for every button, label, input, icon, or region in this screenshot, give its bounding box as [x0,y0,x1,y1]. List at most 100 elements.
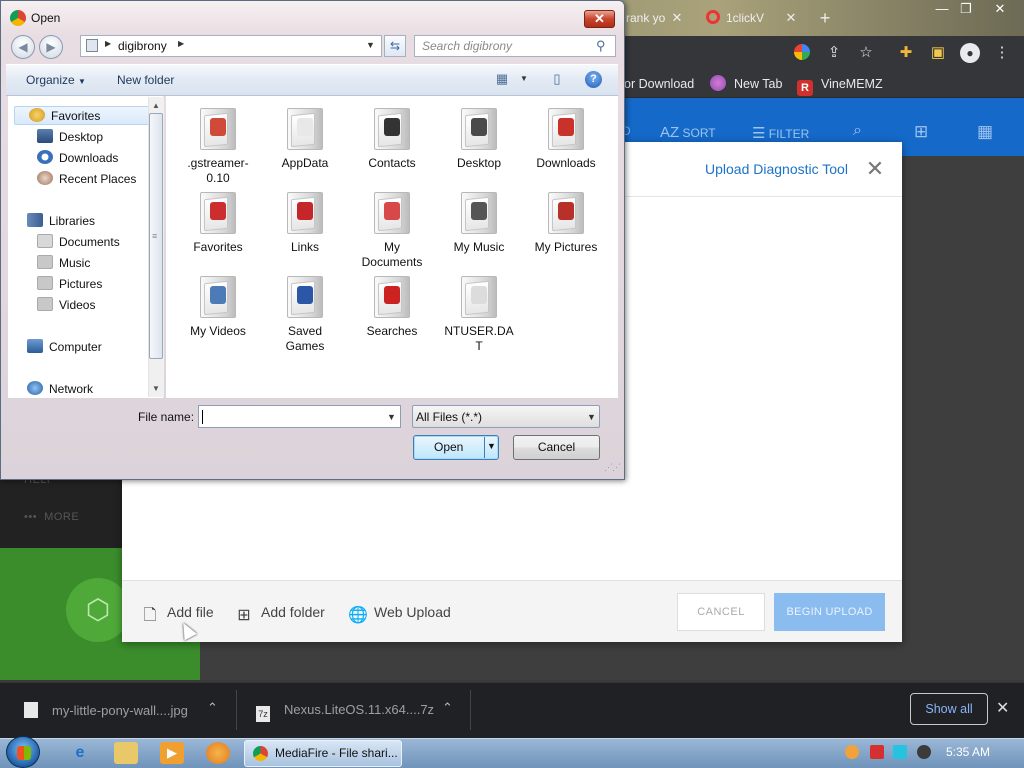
scroll-up-icon[interactable]: ▲ [152,101,160,110]
nav-item-pictures[interactable]: Pictures [37,276,102,292]
organize-menu[interactable]: Organize ▼ [26,73,86,87]
breadcrumb-arrow-icon[interactable]: ▶ [178,39,184,48]
new-folder-icon[interactable]: ⊞ [914,122,928,142]
sort-label: SORT [682,126,716,140]
nav-item-desktop[interactable]: Desktop [37,129,103,145]
nav-item-videos[interactable]: Videos [37,297,95,313]
filter-button[interactable]: ☰ FILTER [752,124,809,142]
file-type-dropdown-icon[interactable]: ▼ [587,412,596,422]
chevron-down-icon: ▼ [78,77,86,86]
sort-button[interactable]: AZ SORT [660,124,716,141]
internet-explorer-icon[interactable]: e [68,742,92,764]
computer-icon [27,339,43,353]
back-button[interactable]: ◀ [11,35,35,59]
bookmark-download[interactable]: or Download [624,74,694,94]
bookmark-vinememz[interactable]: R VineMEMZ [797,74,883,96]
nav-item-downloads[interactable]: Downloads [37,150,118,166]
modal-close-icon[interactable]: ✕ [864,158,886,180]
file-name-dropdown-icon[interactable]: ▼ [387,412,396,422]
file-item[interactable]: Downloads [525,104,607,171]
breadcrumb-arrow-icon[interactable]: ▶ [105,39,111,48]
nav-item-recent-places[interactable]: Recent Places [37,171,136,187]
file-item[interactable]: Favorites [177,188,259,255]
file-item[interactable]: My Music [438,188,520,255]
refresh-button[interactable]: ⇆ [384,35,406,57]
address-dropdown-icon[interactable]: ▼ [366,40,375,50]
search-icon[interactable]: ⚲ [596,38,606,54]
bookmark-star-icon[interactable]: ☆ [855,42,877,64]
dialog-titlebar[interactable] [0,0,624,34]
taskbar-chrome-task[interactable]: MediaFire - File shari... [244,740,402,767]
file-item[interactable]: My Videos [177,272,259,339]
restore-icon[interactable]: ❐ [952,0,980,18]
show-all-button[interactable]: Show all [910,693,988,725]
download-item[interactable]: 7z Nexus.LiteOS.11.x64....7z [256,702,434,722]
nav-item-favorites[interactable]: Favorites [29,108,100,124]
scroll-down-icon[interactable]: ▼ [152,384,160,393]
view-dropdown-icon[interactable]: ▼ [516,71,532,87]
nav-item-network[interactable]: Network [27,381,93,397]
add-file-button[interactable]: 🗋 Add file [141,602,214,625]
upload-diagnostic-link[interactable]: Upload Diagnostic Tool [705,161,848,177]
cancel-button[interactable]: Cancel [513,435,600,460]
change-view-icon[interactable]: ▦ [494,71,510,87]
file-item[interactable]: Contacts [351,104,433,171]
google-icon[interactable] [791,42,813,64]
search-icon[interactable]: ⌕ [853,122,862,140]
file-item[interactable]: Saved Games [264,272,346,354]
tray-search-icon[interactable] [845,745,859,759]
start-button[interactable] [6,736,40,768]
file-explorer-icon[interactable] [114,742,138,764]
music-icon [37,255,53,269]
help-icon[interactable]: ? [585,71,602,88]
file-name-input[interactable] [198,405,401,428]
bookmark-new-tab[interactable]: New Tab [710,74,782,94]
file-item[interactable]: NTUSER.DA T [438,272,520,354]
clock[interactable]: 5:35 AM [946,745,990,759]
preview-pane-icon[interactable]: ▯ [549,71,565,87]
begin-upload-button[interactable]: BEGIN UPLOAD [774,593,885,631]
tray-flag-icon[interactable] [870,745,884,759]
sidebar-item-more[interactable]: ••• MORE [24,511,79,523]
browser-tab[interactable]: 1clickV [700,6,770,30]
file-item[interactable]: Desktop [438,104,520,171]
dialog-close-button[interactable]: ✕ [584,10,615,28]
tray-display-icon[interactable] [893,745,907,759]
nav-item-computer[interactable]: Computer [27,339,102,355]
upload-box-icon[interactable]: ⬡ [66,578,130,642]
grid-view-icon[interactable]: ▦ [977,122,993,142]
tab-close-icon[interactable]: ✕ [782,6,800,30]
open-dropdown-icon[interactable]: ▼ [487,441,496,451]
forward-button[interactable]: ▶ [39,35,63,59]
share-icon[interactable]: ⇪ [823,42,845,64]
file-item[interactable]: AppData [264,104,346,171]
file-item[interactable]: .gstreamer- 0.10 [177,104,259,186]
close-shelf-icon[interactable]: ✕ [996,698,1009,718]
extensions-icon[interactable]: ✚ [895,42,917,64]
chevron-up-icon[interactable]: ⌃ [442,700,453,716]
nav-item-libraries[interactable]: Libraries [27,213,95,229]
resize-grip-icon[interactable]: ⋰⋰ [604,462,621,473]
file-item[interactable]: My Documents [351,188,433,270]
chevron-up-icon[interactable]: ⌃ [207,700,218,716]
new-tab-button[interactable]: + [816,6,834,30]
nav-item-documents[interactable]: Documents [37,234,120,250]
file-item[interactable]: My Pictures [525,188,607,255]
app-icon[interactable] [206,742,230,764]
sidebar-icon[interactable]: ▣ [927,42,949,64]
add-folder-button[interactable]: ⊞ Add folder [235,602,325,625]
web-upload-button[interactable]: 🌐 Web Upload [348,602,451,625]
media-player-icon[interactable]: ▶ [160,742,184,764]
new-folder-button[interactable]: New folder [117,73,174,87]
download-item[interactable]: my-little-pony-wall....jpg [24,702,188,718]
window-close-icon[interactable]: ✕ [986,0,1014,18]
menu-icon[interactable]: ⋮ [991,42,1013,64]
nav-item-music[interactable]: Music [37,255,90,271]
cancel-upload-button[interactable]: CANCEL [677,593,765,631]
profile-avatar-icon[interactable]: ● [959,42,981,64]
file-item[interactable]: Searches [351,272,433,339]
tray-volume-icon[interactable] [917,745,931,759]
file-item[interactable]: Links [264,188,346,255]
breadcrumb-digibrony[interactable]: digibrony [118,39,167,53]
tab-close-icon[interactable]: ✕ [668,6,686,30]
